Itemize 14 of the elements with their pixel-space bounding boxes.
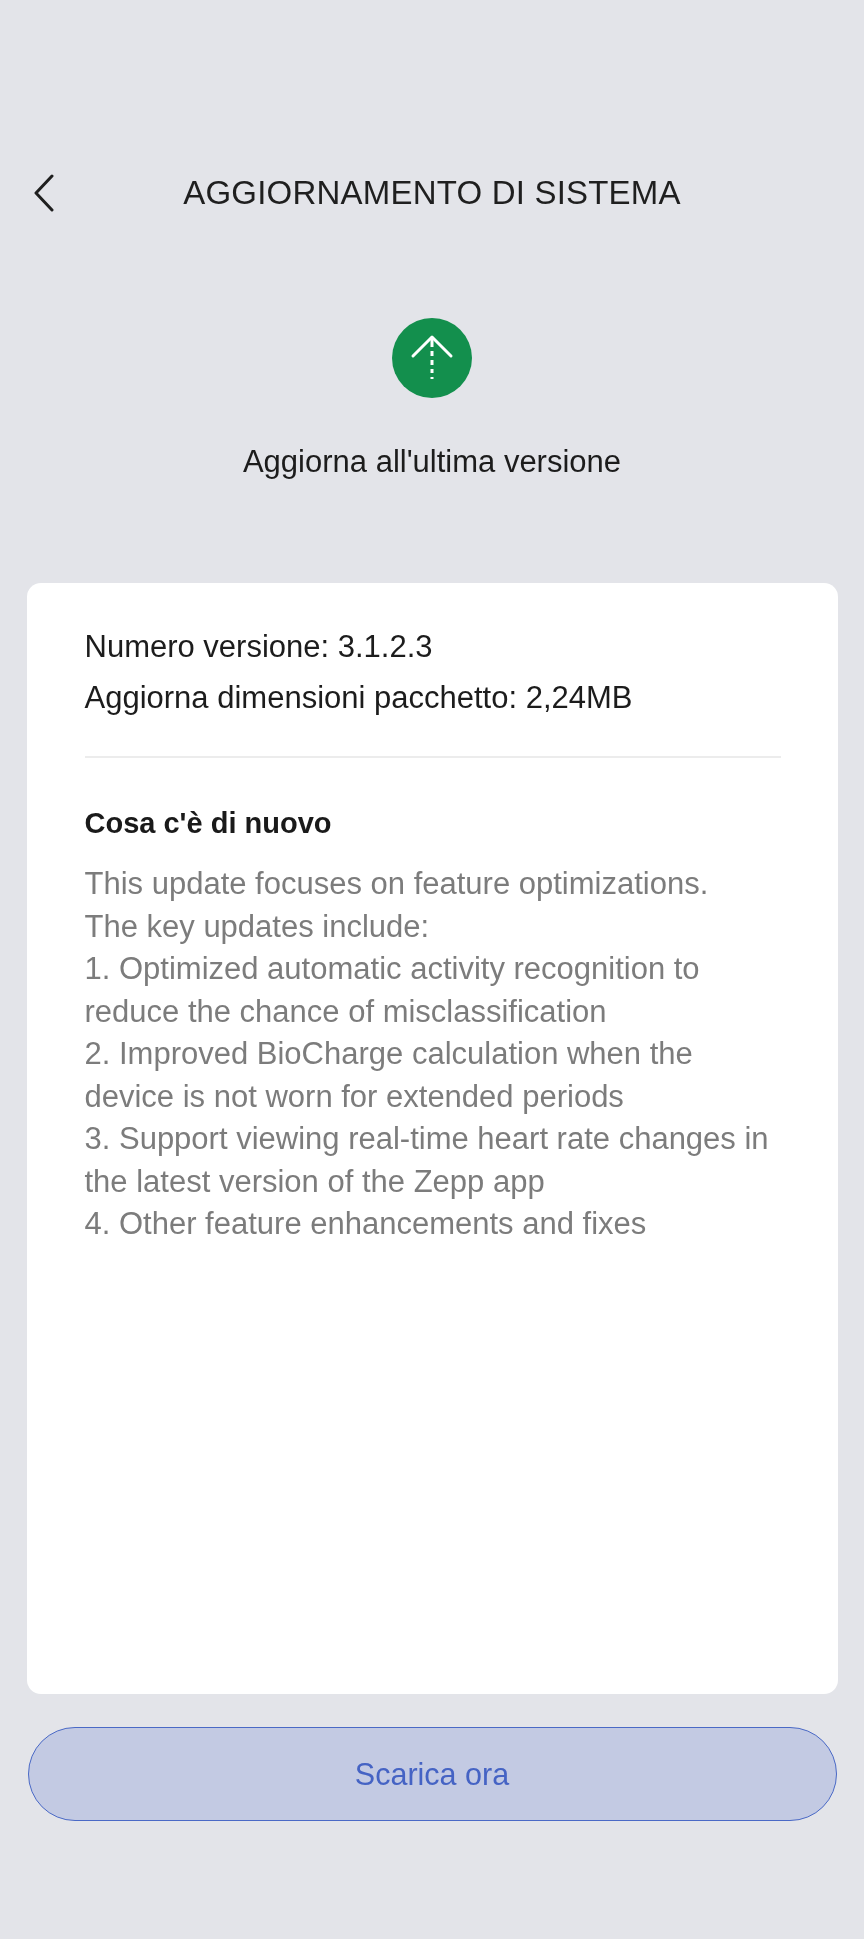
status-message: Aggiorna all'ultima versione: [242, 444, 622, 480]
release-note: The key updates include:: [84, 907, 431, 946]
back-chevron-icon: [33, 174, 55, 212]
release-note: 3. Support viewing real-time heart rate changes in the latest version of the Zepp app: [84, 1120, 770, 1201]
back-button[interactable]: [33, 174, 55, 212]
release-note: 1. Optimized automatic activity recognition to reduce the chance of misclassification: [84, 950, 701, 1031]
release-note: 2. Improved BioCharge calculation when the device is not worn for extended periods: [84, 1035, 694, 1116]
version-number: Numero versione: 3.1.2.3: [84, 628, 434, 666]
release-note: 4. Other feature enhancements and fixes: [84, 1205, 648, 1243]
download-button[interactable]: Scarica ora: [27, 1727, 837, 1821]
release-note: This update focuses on feature optimizations.: [84, 865, 710, 903]
whats-new-heading: Cosa c'è di nuovo: [84, 806, 333, 841]
page-title: AGGIORNAMENTO DI SISTEMA: [183, 173, 681, 213]
package-size: Aggiorna dimensioni pacchetto: 2,24MB: [84, 679, 634, 717]
